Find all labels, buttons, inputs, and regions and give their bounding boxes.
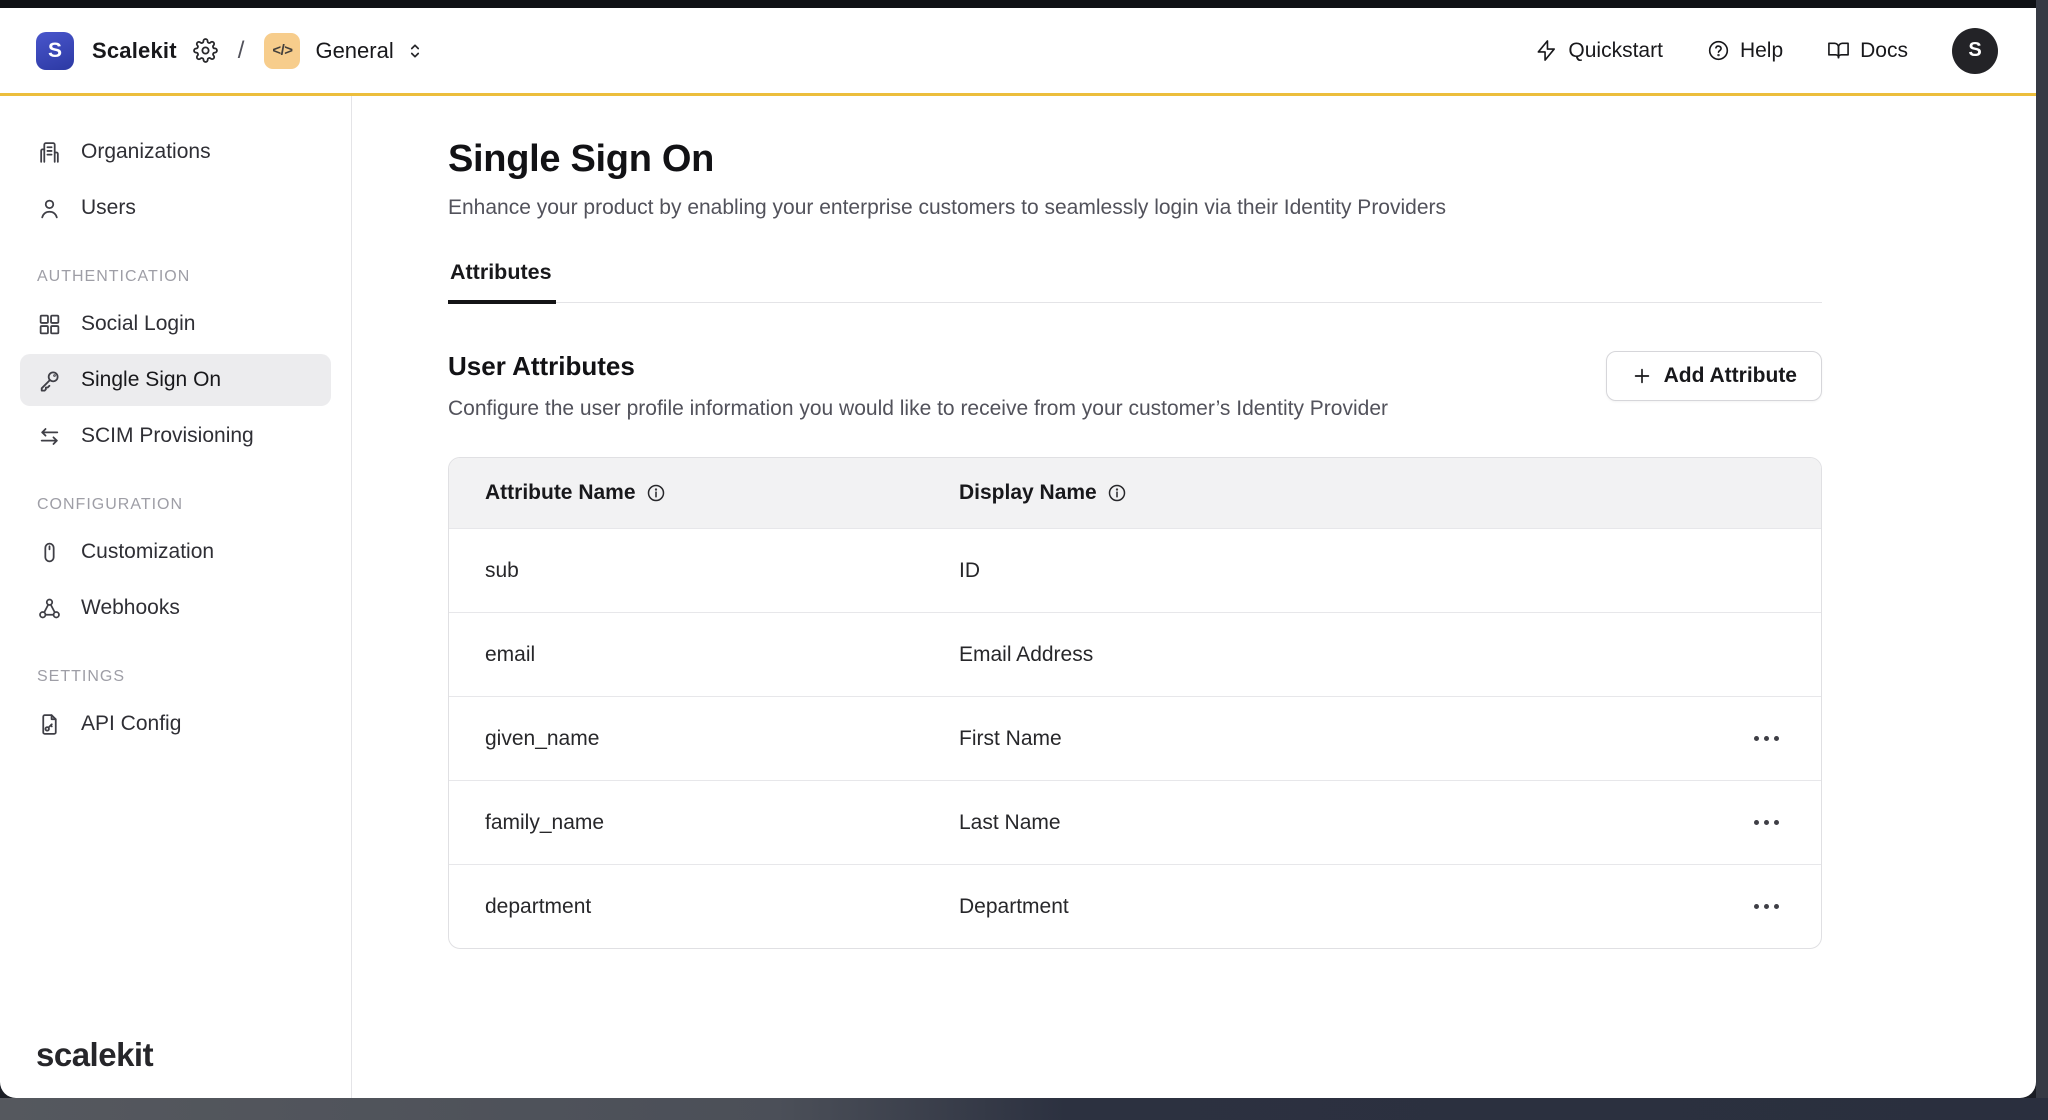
sidebar-item-organizations[interactable]: Organizations (20, 126, 331, 178)
table-row: email Email Address (449, 612, 1821, 696)
sidebar-item-api-config[interactable]: API Config (20, 698, 331, 750)
help-circle-icon (1707, 39, 1730, 62)
page-subtitle: Enhance your product by enabling your en… (448, 196, 1822, 220)
sidebar-item-label: SCIM Provisioning (81, 424, 254, 448)
sidebar-item-label: Customization (81, 540, 214, 564)
table-row: sub ID (449, 528, 1821, 612)
desktop-top-edge (0, 0, 2048, 8)
plus-icon (1631, 365, 1653, 387)
workspace-settings-gear-icon[interactable] (193, 38, 218, 63)
info-icon[interactable] (646, 483, 666, 503)
attribute-name-cell: email (449, 643, 923, 667)
sidebar-item-label: Organizations (81, 140, 211, 164)
sidebar-item-label: Users (81, 196, 136, 220)
quickstart-button[interactable]: Quickstart (1535, 39, 1663, 63)
user-avatar[interactable]: S (1952, 28, 1998, 74)
top-header: S Scalekit / </> General Quickstart (0, 8, 2036, 96)
workspace-name[interactable]: Scalekit (92, 38, 177, 64)
lightning-icon (1535, 39, 1558, 62)
workspace-logo-letter: S (48, 39, 62, 63)
users-icon (37, 196, 62, 221)
book-icon (1827, 39, 1850, 62)
webhook-icon (37, 596, 62, 621)
display-name-cell: Department (923, 895, 1681, 919)
attribute-name-cell: sub (449, 559, 923, 583)
sidebar-section-settings: SETTINGS (37, 668, 331, 686)
sidebar-item-label: Webhooks (81, 596, 180, 620)
sidebar-section-authentication: AUTHENTICATION (37, 268, 331, 286)
sidebar-item-users[interactable]: Users (20, 182, 331, 234)
info-icon[interactable] (1107, 483, 1127, 503)
api-config-file-icon (37, 712, 62, 737)
row-actions-menu-icon[interactable] (1752, 898, 1781, 915)
user-attributes-description: Configure the user profile information y… (448, 397, 1388, 421)
display-name-cell: First Name (923, 727, 1681, 751)
sidebar-item-label: Single Sign On (81, 368, 221, 392)
add-attribute-button[interactable]: Add Attribute (1606, 351, 1822, 401)
tab-bar: Attributes (448, 260, 1822, 303)
main-content: Single Sign On Enhance your product by e… (352, 96, 2036, 1098)
environment-selector-label[interactable]: General (315, 38, 393, 64)
sidebar-section-configuration: CONFIGURATION (37, 496, 331, 514)
table-header-row: Attribute Name Display Name (449, 458, 1821, 528)
social-login-grid-icon (37, 312, 62, 337)
breadcrumb-separator: / (238, 37, 245, 65)
tab-attributes[interactable]: Attributes (448, 260, 556, 304)
attribute-name-cell: family_name (449, 811, 923, 835)
app-window: S Scalekit / </> General Quickstart (0, 8, 2036, 1098)
table-row: given_name First Name (449, 696, 1821, 780)
sidebar-item-social-login[interactable]: Social Login (20, 298, 331, 350)
user-attributes-heading: User Attributes (448, 351, 1388, 382)
desktop-right-edge (2036, 0, 2048, 1120)
sync-arrows-icon (37, 424, 62, 449)
sidebar: Organizations Users AUTHENTICATION Socia… (0, 96, 352, 1098)
help-button[interactable]: Help (1707, 39, 1783, 63)
sidebar-item-single-sign-on[interactable]: Single Sign On (20, 354, 331, 406)
row-actions-menu-icon[interactable] (1752, 730, 1781, 747)
row-actions-menu-icon[interactable] (1752, 814, 1781, 831)
sidebar-item-customization[interactable]: Customization (20, 526, 331, 578)
sidebar-item-scim-provisioning[interactable]: SCIM Provisioning (20, 410, 331, 462)
table-row: family_name Last Name (449, 780, 1821, 864)
sidebar-item-label: Social Login (81, 312, 195, 336)
organizations-icon (37, 140, 62, 165)
attributes-table: Attribute Name Display Name (448, 457, 1822, 949)
sidebar-item-webhooks[interactable]: Webhooks (20, 582, 331, 634)
column-header-display-name: Display Name (959, 481, 1097, 505)
table-row: department Department (449, 864, 1821, 948)
docs-button[interactable]: Docs (1827, 39, 1908, 63)
page-title: Single Sign On (448, 138, 1822, 181)
customization-icon (37, 540, 62, 565)
display-name-cell: ID (923, 559, 1681, 583)
attribute-name-cell: department (449, 895, 923, 919)
sidebar-item-label: API Config (81, 712, 181, 736)
environment-badge-code-icon[interactable]: </> (264, 33, 300, 69)
desktop-bottom-edge (0, 1098, 2048, 1120)
column-header-attribute-name: Attribute Name (485, 481, 636, 505)
workspace-logo[interactable]: S (36, 32, 74, 70)
display-name-cell: Last Name (923, 811, 1681, 835)
attribute-name-cell: given_name (449, 727, 923, 751)
display-name-cell: Email Address (923, 643, 1681, 667)
key-icon (37, 368, 62, 393)
environment-selector-chevrons-icon[interactable] (404, 40, 426, 62)
scalekit-wordmark: scalekit (36, 1036, 153, 1074)
